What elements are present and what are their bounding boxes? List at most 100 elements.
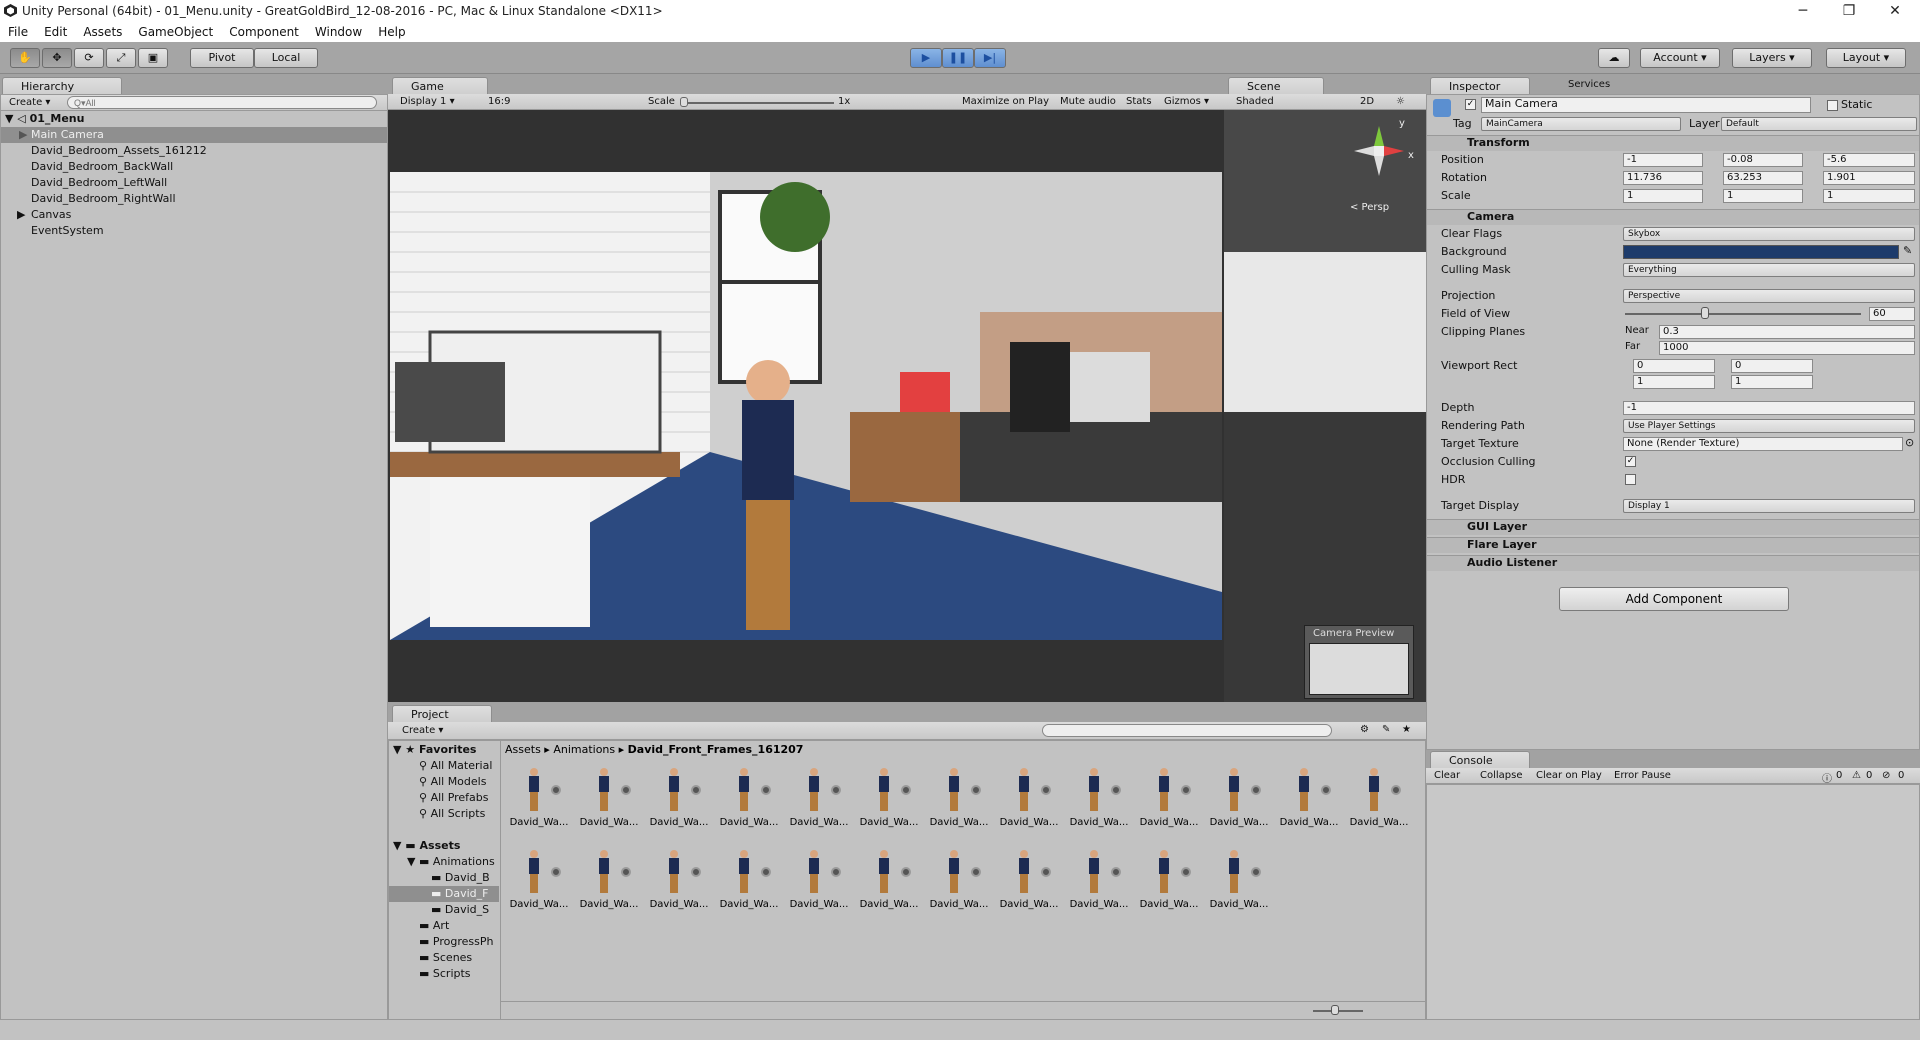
asset-thumbnail[interactable]: David_Wa... [855, 761, 925, 831]
fav-all-prefabs[interactable]: ⚲ All Prefabs [419, 790, 489, 806]
warning-icon[interactable]: ⚠ [1852, 770, 1861, 781]
layout-dropdown[interactable]: Layout ▾ [1826, 48, 1906, 68]
position-x[interactable]: -1 [1623, 153, 1703, 167]
hierarchy-item-eventsystem[interactable]: EventSystem [31, 223, 104, 239]
scene-view[interactable]: y x < Persp Camera Preview [1224, 110, 1426, 702]
asset-thumbnail[interactable]: David_Wa... [575, 761, 645, 831]
expand-asset-icon[interactable] [551, 785, 561, 795]
expand-asset-icon[interactable] [761, 785, 771, 795]
viewport-y[interactable]: 0 [1731, 359, 1813, 373]
object-picker-icon[interactable]: ⊙ [1905, 436, 1914, 449]
folder-david-f[interactable]: ▬ David_F [389, 886, 499, 902]
favorites-node[interactable]: ▼ ★ Favorites [393, 742, 476, 758]
fav-all-material[interactable]: ⚲ All Material [419, 758, 492, 774]
rendering-path-dropdown[interactable]: Use Player Settings [1623, 419, 1915, 433]
viewport-h[interactable]: 1 [1731, 375, 1813, 389]
folder-scripts[interactable]: ▬ Scripts [419, 966, 471, 982]
scale-z[interactable]: 1 [1823, 189, 1915, 203]
breadcrumb-animations[interactable]: Animations [553, 743, 615, 756]
audio-listener-header[interactable]: Audio Listener [1427, 555, 1919, 571]
expand-asset-icon[interactable] [1041, 785, 1051, 795]
asset-thumbnail[interactable]: David_Wa... [995, 761, 1065, 831]
asset-thumbnail[interactable]: David_Wa... [785, 761, 855, 831]
hierarchy-item-rightwall[interactable]: David_Bedroom_RightWall [31, 191, 176, 207]
lighting-icon[interactable]: ☼ [1396, 96, 1405, 107]
console-log-area[interactable] [1426, 784, 1920, 1020]
pause-button[interactable]: ❚❚ [942, 48, 974, 68]
close-button[interactable]: ✕ [1872, 0, 1918, 22]
filter-label-icon[interactable]: ✎ [1382, 724, 1390, 735]
tab-project[interactable]: Project [392, 705, 492, 722]
console-error-pause-button[interactable]: Error Pause [1614, 770, 1671, 781]
gui-layer-header[interactable]: GUI Layer [1427, 519, 1919, 535]
asset-thumbnail[interactable]: David_Wa... [1345, 761, 1415, 831]
asset-thumbnail[interactable]: David_Wa... [1065, 843, 1135, 913]
play-button[interactable]: ▶ [910, 48, 942, 68]
expand-asset-icon[interactable] [621, 785, 631, 795]
local-toggle[interactable]: Local [254, 48, 318, 68]
assets-node[interactable]: ▼ ▬ Assets [393, 838, 460, 854]
asset-thumbnail[interactable]: David_Wa... [1135, 843, 1205, 913]
asset-thumbnail[interactable]: David_Wa... [1065, 761, 1135, 831]
cloud-icon[interactable]: ☁ [1598, 48, 1630, 68]
rect-tool-icon[interactable]: ▣ [138, 48, 168, 68]
hierarchy-item-canvas[interactable]: Canvas [31, 207, 71, 223]
asset-thumbnail[interactable]: David_Wa... [575, 843, 645, 913]
menu-gameobject[interactable]: GameObject [130, 22, 221, 39]
shading-dropdown[interactable]: Shaded [1236, 96, 1274, 107]
clear-flags-dropdown[interactable]: Skybox [1623, 227, 1915, 241]
expand-asset-icon[interactable] [1251, 867, 1261, 877]
expand-asset-icon[interactable] [901, 867, 911, 877]
position-z[interactable]: -5.6 [1823, 153, 1915, 167]
camera-header[interactable]: Camera [1427, 209, 1919, 225]
projection-dropdown[interactable]: Perspective [1623, 289, 1915, 303]
background-color-swatch[interactable] [1623, 245, 1899, 259]
target-texture-field[interactable]: None (Render Texture) [1623, 437, 1903, 451]
asset-thumbnail[interactable]: David_Wa... [925, 761, 995, 831]
asset-thumbnail[interactable]: David_Wa... [505, 843, 575, 913]
asset-thumbnail[interactable]: David_Wa... [1275, 761, 1345, 831]
expand-asset-icon[interactable] [971, 867, 981, 877]
move-tool-icon[interactable]: ✥ [42, 48, 72, 68]
expand-asset-icon[interactable] [1111, 785, 1121, 795]
asset-thumbnail[interactable]: David_Wa... [505, 761, 575, 831]
add-component-button[interactable]: Add Component [1559, 587, 1789, 611]
filter-type-icon[interactable]: ⚙ [1360, 724, 1369, 735]
layers-dropdown[interactable]: Layers ▾ [1732, 48, 1812, 68]
expand-asset-icon[interactable] [761, 867, 771, 877]
minimize-button[interactable]: ─ [1780, 0, 1826, 22]
maximize-on-play-toggle[interactable]: Maximize on Play [962, 96, 1049, 107]
culling-mask-dropdown[interactable]: Everything [1623, 263, 1915, 277]
asset-thumbnail[interactable]: David_Wa... [785, 843, 855, 913]
console-clear-button[interactable]: Clear [1434, 770, 1460, 781]
aspect-dropdown[interactable]: 16:9 [488, 96, 638, 107]
tab-services[interactable]: Services [1568, 79, 1610, 90]
layer-dropdown[interactable]: Default [1721, 117, 1917, 131]
expand-asset-icon[interactable] [1041, 867, 1051, 877]
folder-art[interactable]: ▬ Art [419, 918, 449, 934]
mute-audio-toggle[interactable]: Mute audio [1060, 96, 1116, 107]
hierarchy-item-leftwall[interactable]: David_Bedroom_LeftWall [31, 175, 167, 191]
pivot-toggle[interactable]: Pivot [190, 48, 254, 68]
menu-assets[interactable]: Assets [75, 22, 130, 39]
near-field[interactable]: 0.3 [1659, 325, 1915, 339]
far-field[interactable]: 1000 [1659, 341, 1915, 355]
scale-x[interactable]: 1 [1623, 189, 1703, 203]
fav-all-models[interactable]: ⚲ All Models [419, 774, 486, 790]
breadcrumb-assets[interactable]: Assets [505, 743, 541, 756]
scale-slider-thumb[interactable] [680, 97, 688, 107]
expand-asset-icon[interactable] [901, 785, 911, 795]
fov-slider[interactable] [1625, 313, 1861, 315]
expand-asset-icon[interactable] [621, 867, 631, 877]
breadcrumb-current[interactable]: David_Front_Frames_161207 [628, 743, 804, 756]
fov-field[interactable]: 60 [1869, 307, 1915, 321]
asset-thumbnail[interactable]: David_Wa... [715, 761, 785, 831]
thumbnail-size-thumb[interactable] [1331, 1005, 1339, 1015]
fav-all-scripts[interactable]: ⚲ All Scripts [419, 806, 485, 822]
object-name-field[interactable]: Main Camera [1481, 97, 1811, 113]
scale-tool-icon[interactable]: ⤢ [106, 48, 136, 68]
menu-help[interactable]: Help [370, 22, 413, 39]
expand-asset-icon[interactable] [1321, 785, 1331, 795]
tag-dropdown[interactable]: MainCamera [1481, 117, 1681, 131]
asset-thumbnail[interactable]: David_Wa... [925, 843, 995, 913]
